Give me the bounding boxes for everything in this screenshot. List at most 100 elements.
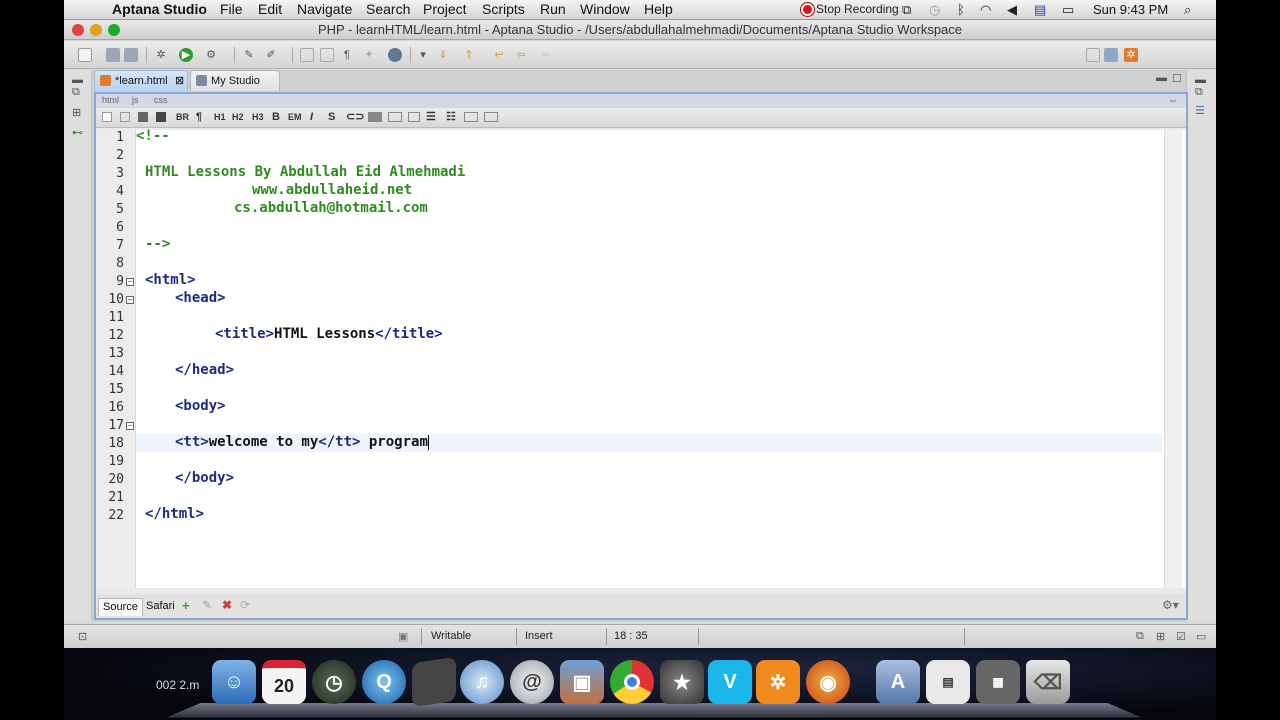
console-icon[interactable]: ⊞ <box>1156 630 1165 643</box>
edit-icon[interactable]: ✎ <box>202 598 212 612</box>
run-icon[interactable]: ▶ <box>179 48 193 62</box>
minimize-editor-icon[interactable]: ▬ <box>1156 72 1167 84</box>
anchor-icon[interactable] <box>368 112 382 122</box>
firefox-icon[interactable]: ◉ <box>806 660 850 704</box>
delete-icon[interactable]: ✖ <box>222 598 232 612</box>
time-machine-icon[interactable]: ◷ <box>929 2 940 18</box>
globe-icon[interactable] <box>388 48 402 62</box>
minimize-view-icon[interactable]: ▬ <box>1195 74 1206 86</box>
settings-gear-icon[interactable]: ⚙▾ <box>1162 598 1179 612</box>
paragraph-icon[interactable]: ¶ <box>340 48 354 62</box>
maximize-editor-icon[interactable]: ☐ <box>1172 72 1182 85</box>
format-br[interactable]: BR <box>176 112 189 122</box>
fold-toggle-icon[interactable]: − <box>126 296 134 304</box>
block-icon[interactable] <box>156 112 166 122</box>
format-h2[interactable]: H2 <box>232 112 244 122</box>
open-type-icon[interactable]: ✎ <box>242 48 256 62</box>
vimeo-icon[interactable]: V <box>708 660 752 704</box>
itunes-icon[interactable]: ♫ <box>460 660 504 704</box>
format-paragraph[interactable]: ¶ <box>196 111 202 123</box>
documents-stack-icon[interactable]: ▤ <box>926 660 970 704</box>
downloads-stack-icon[interactable]: ▦ <box>976 660 1020 704</box>
fold-toggle-icon[interactable]: − <box>126 278 134 286</box>
spotlight-icon[interactable]: ⌕ <box>1184 2 1191 18</box>
ordered-list-icon[interactable]: ☰ <box>426 110 436 123</box>
address-book-icon[interactable]: @ <box>510 660 554 704</box>
unordered-list-icon[interactable]: ☷ <box>446 110 456 123</box>
perspective-icon[interactable] <box>1104 48 1118 62</box>
vertical-scrollbar[interactable] <box>1164 130 1182 588</box>
forward-arrow-icon[interactable]: ⇨ <box>540 48 554 62</box>
time-machine-dock-icon[interactable]: ◷ <box>312 660 356 704</box>
refresh-icon[interactable]: ⟳ <box>240 598 250 612</box>
iphoto-icon[interactable]: ▣ <box>560 660 604 704</box>
wand-icon[interactable]: ✐ <box>264 48 278 62</box>
battery-icon[interactable]: ▭ <box>1062 2 1074 18</box>
restore-view-icon[interactable]: ⧉ <box>72 86 80 99</box>
page-icon[interactable] <box>300 48 314 62</box>
system-preferences-icon[interactable]: ✲ <box>756 660 800 704</box>
calendar-icon[interactable]: 20 <box>262 660 306 704</box>
back-arrow-icon[interactable]: ⇦ <box>514 48 528 62</box>
mail-icon[interactable] <box>388 112 402 122</box>
external-tools-icon[interactable]: ⚙ <box>204 48 218 62</box>
chrome-icon[interactable] <box>610 660 654 704</box>
wifi-icon[interactable]: ◠ <box>980 2 991 18</box>
restore-view-icon[interactable]: ⧉ <box>1195 86 1203 99</box>
save-all-icon[interactable] <box>124 48 138 62</box>
collapse-icon[interactable]: ⇔ <box>1168 95 1178 106</box>
format-italic[interactable]: I <box>310 111 313 123</box>
fast-view-icon[interactable]: ⊡ <box>78 630 87 643</box>
fold-toggle-icon[interactable]: − <box>126 422 134 430</box>
tab-learn-html[interactable]: *learn.html ⊠ <box>94 70 188 91</box>
tab-source[interactable]: Source <box>98 598 143 616</box>
tab-safari[interactable]: Safari <box>142 598 179 616</box>
aptana-perspective-icon[interactable]: ✲ <box>1124 48 1138 62</box>
minimize-view-icon[interactable]: ▬ <box>72 74 83 86</box>
restore-icon[interactable]: ⧉ <box>1136 630 1144 643</box>
format-h3[interactable]: H3 <box>252 112 264 122</box>
desktop-file-label[interactable]: 002 2.m <box>156 678 199 692</box>
tr-icon[interactable] <box>484 112 498 122</box>
new-file-icon[interactable] <box>78 48 92 62</box>
next-annotation-icon[interactable]: ⇓ <box>436 48 450 62</box>
menu-window[interactable]: Window <box>580 1 630 17</box>
table-icon[interactable] <box>120 112 130 122</box>
new-doc-icon[interactable] <box>102 112 112 122</box>
format-h1[interactable]: H1 <box>214 112 226 122</box>
frame-icon[interactable] <box>320 48 334 62</box>
menu-app-name[interactable]: Aptana Studio <box>112 1 207 17</box>
lang-js[interactable]: js <box>132 95 139 105</box>
menu-run[interactable]: Run <box>540 1 566 17</box>
lang-html[interactable]: html <box>102 95 119 105</box>
link-icon[interactable]: ⊂⊃ <box>346 110 364 123</box>
applications-folder-icon[interactable]: A <box>876 660 920 704</box>
add-icon[interactable]: + <box>182 598 190 613</box>
record-icon[interactable] <box>801 3 814 16</box>
menu-help[interactable]: Help <box>644 1 673 17</box>
prev-annotation-icon[interactable]: ⇑ <box>462 48 476 62</box>
flag-icon[interactable]: ▤ <box>1034 2 1046 18</box>
tab-my-studio[interactable]: My Studio <box>190 70 280 91</box>
quicktime-icon[interactable]: Q <box>362 660 406 704</box>
menu-file[interactable]: File <box>220 1 243 17</box>
screen-icon[interactable]: ⧉ <box>902 2 911 18</box>
format-em[interactable]: EM <box>288 112 302 122</box>
image-icon[interactable] <box>138 112 148 122</box>
back-icon[interactable]: ↩ <box>492 48 506 62</box>
menu-search[interactable]: Search <box>366 1 410 17</box>
document-icon[interactable] <box>412 656 456 708</box>
highlight-icon[interactable]: ✦ <box>362 48 376 62</box>
code-editor[interactable]: 1 2 3 4 5 6 7 8 9 10 11 12 13 14 15 16 1… <box>96 128 1186 588</box>
trash-icon[interactable]: ⌫ <box>1026 660 1070 704</box>
lang-css[interactable]: css <box>154 95 168 105</box>
format-strike[interactable]: S <box>328 111 335 123</box>
imovie-icon[interactable]: ★ <box>660 660 704 704</box>
volume-icon[interactable]: ◀ <box>1007 2 1017 18</box>
outline-view-icon[interactable]: ☰ <box>1195 104 1205 117</box>
save-icon[interactable] <box>106 48 120 62</box>
menu-clock[interactable]: Sun 9:43 PM <box>1093 2 1168 17</box>
list-icon[interactable] <box>408 112 420 122</box>
problems-icon[interactable]: ☑ <box>1176 630 1186 643</box>
stop-recording-button[interactable]: Stop Recording <box>816 2 899 16</box>
